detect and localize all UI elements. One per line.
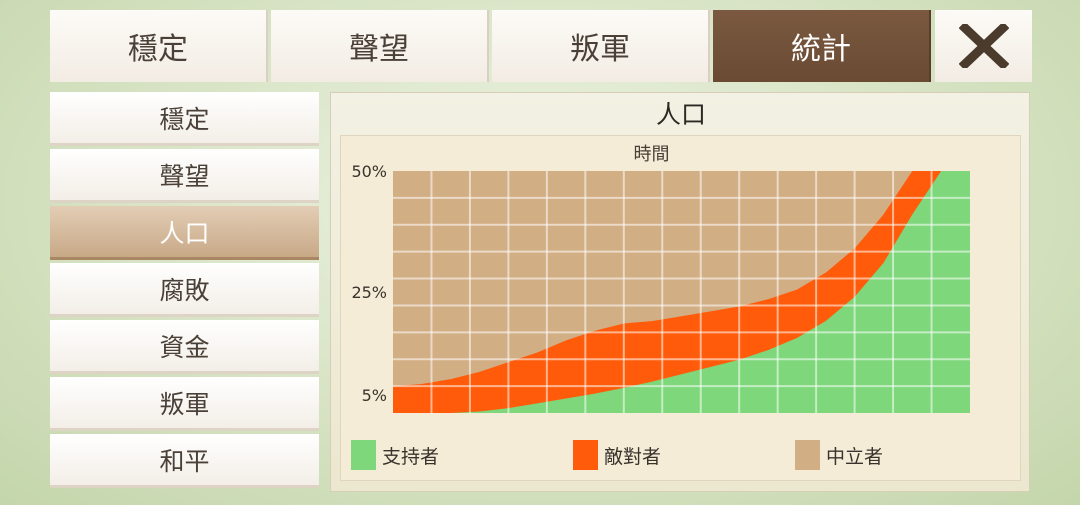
y-tick-label: 5% [362, 386, 387, 405]
close-button[interactable] [935, 10, 1032, 82]
tab-statistics-label: 統計 [791, 32, 851, 67]
sidebar-item-label: 腐敗 [159, 275, 210, 305]
population-panel: 人口 時間 50% 25% 5% 支持者 敵對者 中立者 [330, 92, 1030, 492]
sidebar-item-peace[interactable]: 和平 [50, 434, 319, 488]
sidebar-item-funds[interactable]: 資金 [50, 320, 319, 374]
legend-neutral: 中立者 [795, 440, 883, 470]
legend-supporters: 支持者 [351, 440, 439, 470]
tab-stability-label: 穩定 [128, 32, 188, 67]
legend-label-neutral: 中立者 [826, 445, 884, 468]
tab-statistics[interactable]: 統計 [713, 10, 931, 82]
close-x-icon [958, 24, 1009, 68]
top-tab-bar: 穩定 聲望 叛軍 統計 [50, 10, 1032, 82]
sidebar-item-label: 穩定 [159, 104, 210, 134]
legend-swatch-supporters [351, 440, 376, 470]
sidebar-item-reputation[interactable]: 聲望 [50, 149, 319, 203]
sidebar-item-label: 人口 [159, 218, 210, 248]
sidebar-item-label: 聲望 [159, 161, 210, 191]
legend-label-opposers: 敵對者 [604, 445, 662, 468]
sidebar-item-stability[interactable]: 穩定 [50, 92, 319, 146]
sidebar-item-rebels[interactable]: 叛軍 [50, 377, 319, 431]
y-tick-label: 25% [351, 283, 387, 302]
legend-swatch-opposers [573, 440, 598, 470]
tab-rebels-label: 叛軍 [570, 32, 630, 67]
tab-rebels[interactable]: 叛軍 [492, 10, 710, 82]
tab-reputation[interactable]: 聲望 [271, 10, 489, 82]
x-axis-label: 時間 [634, 144, 670, 165]
sidebar-item-population[interactable]: 人口 [50, 206, 319, 260]
legend-opposers: 敵對者 [573, 440, 661, 470]
tab-stability[interactable]: 穩定 [50, 10, 268, 82]
legend-label-supporters: 支持者 [382, 445, 440, 468]
sidebar-item-label: 資金 [159, 332, 210, 362]
sidebar-item-label: 和平 [159, 446, 210, 476]
population-chart: 時間 50% 25% 5% 支持者 敵對者 中立者 [340, 135, 1021, 481]
legend-swatch-neutral [795, 440, 820, 470]
sidebar-item-label: 叛軍 [159, 389, 210, 419]
chart-canvas: 時間 50% 25% 5% [351, 144, 970, 413]
sidebar-menu: 穩定 聲望 人口 腐敗 資金 叛軍 和平 [50, 92, 319, 491]
sidebar-item-corruption[interactable]: 腐敗 [50, 263, 319, 317]
tab-reputation-label: 聲望 [349, 32, 409, 67]
y-tick-label: 50% [351, 162, 387, 181]
panel-title: 人口 [655, 100, 706, 129]
